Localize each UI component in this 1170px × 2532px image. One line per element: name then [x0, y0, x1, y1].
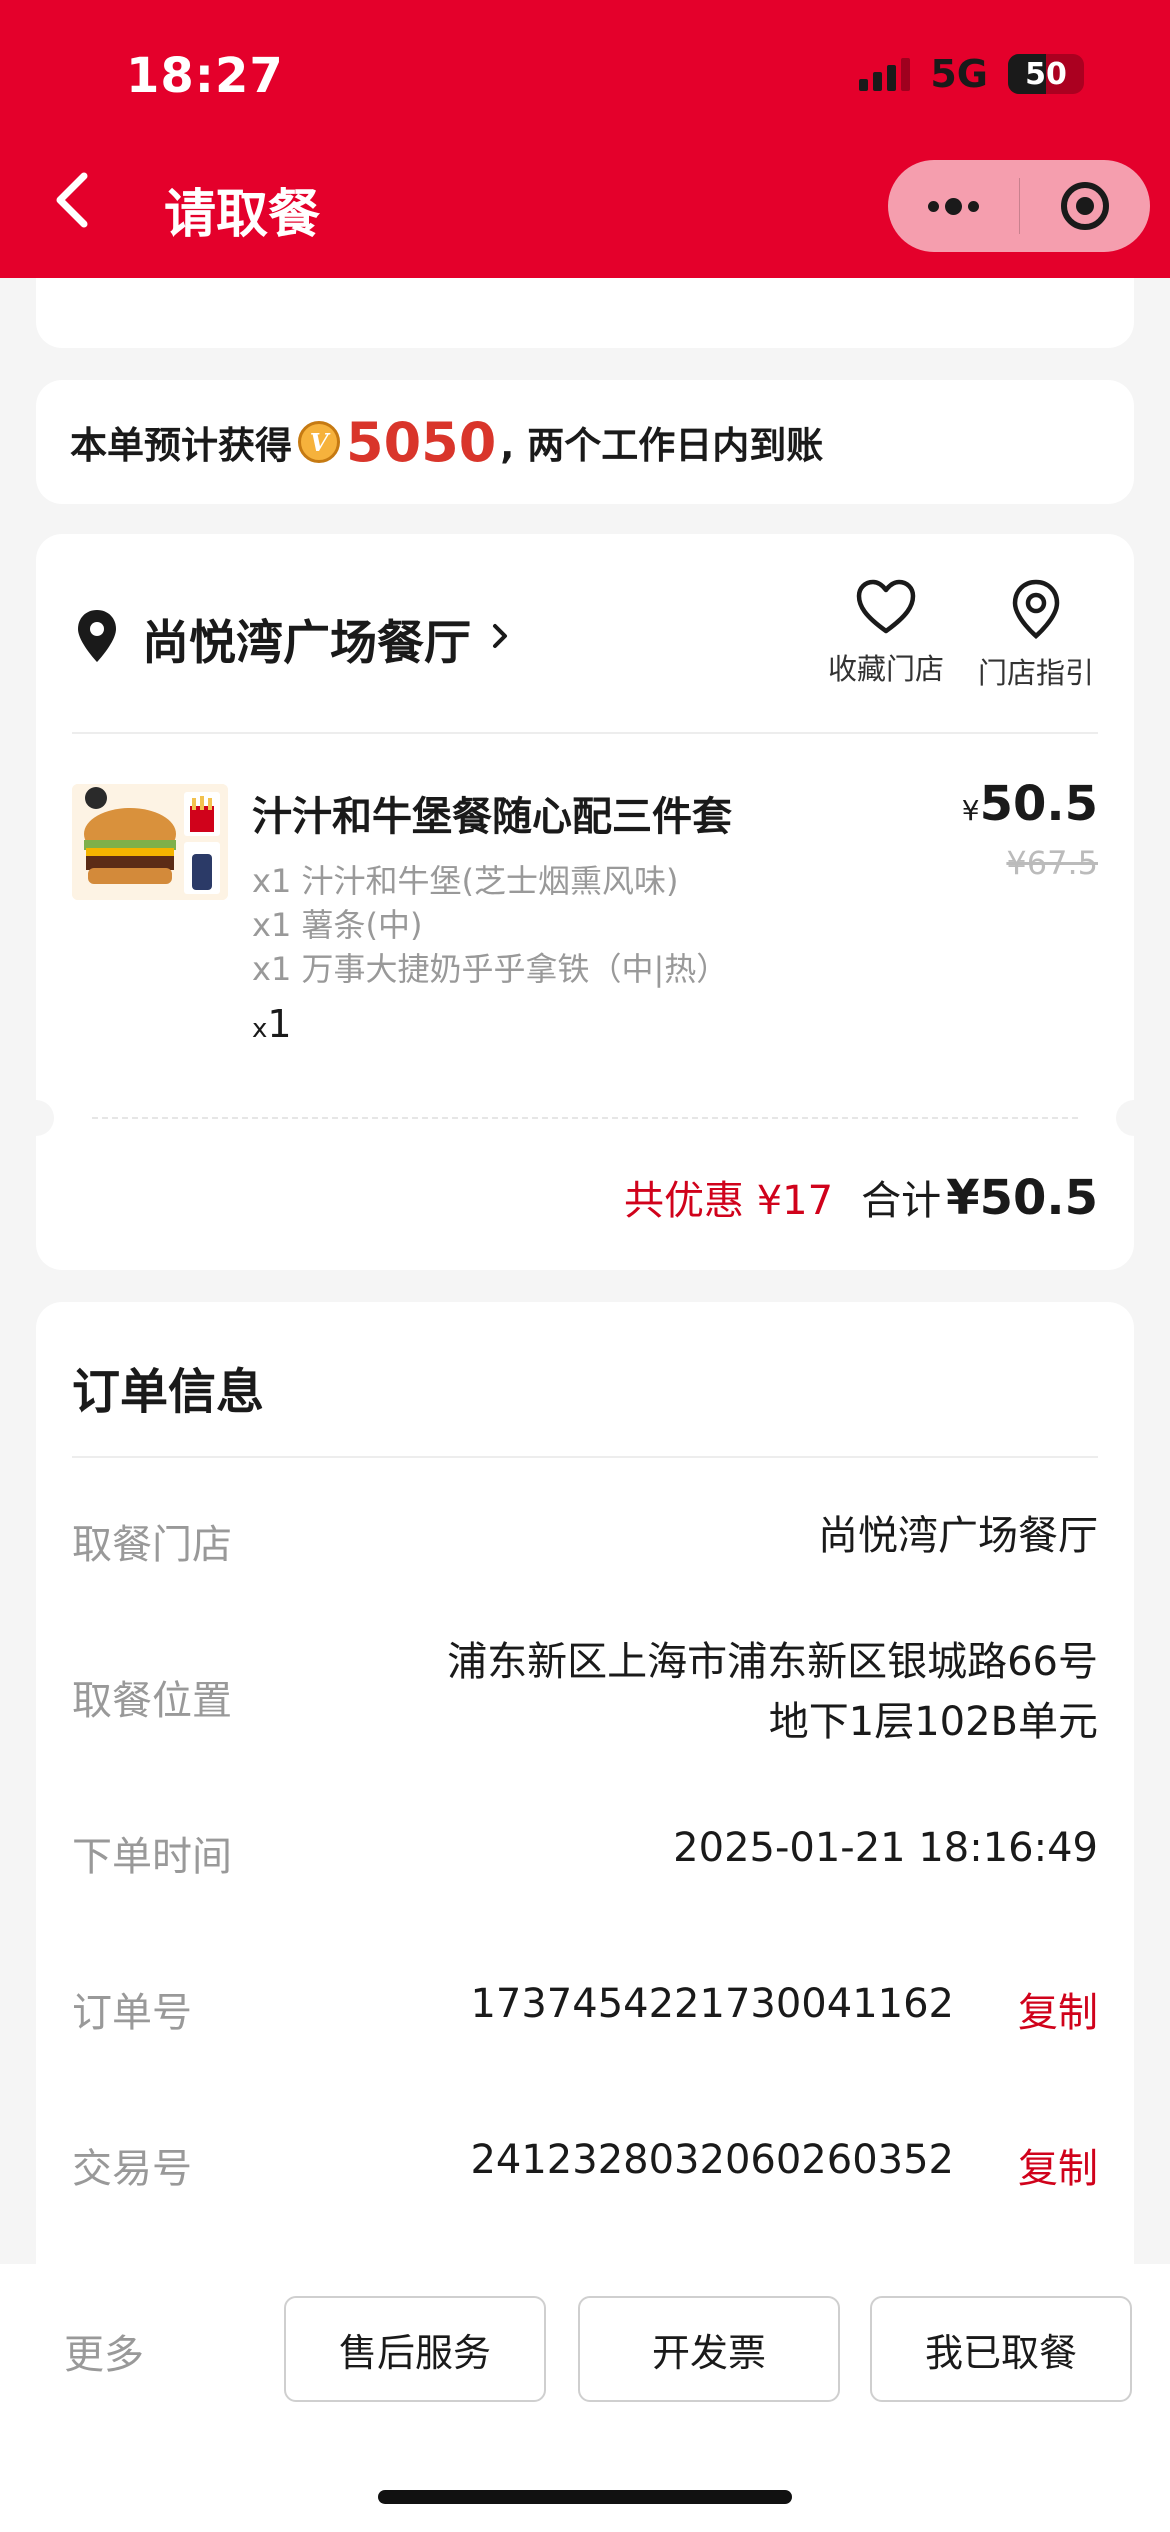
- divider: [72, 1456, 1098, 1458]
- pickup-location-label: 取餐位置: [72, 1678, 232, 1724]
- app-header: 18:27 5G 50 请取餐: [0, 0, 1170, 278]
- transaction-number-label: 交易号: [72, 2146, 192, 2192]
- invoice-button[interactable]: 开发票: [578, 2296, 840, 2402]
- order-info-title: 订单信息: [72, 1364, 265, 1420]
- chevron-left-icon: [56, 172, 88, 228]
- total-group: 合计 ¥50.5: [861, 1168, 1098, 1226]
- home-indicator: [378, 2490, 792, 2504]
- signal-icon: [859, 57, 911, 91]
- status-icons: 5G 50: [859, 52, 1084, 96]
- battery-icon: 50: [1008, 54, 1084, 94]
- location-outline-icon: [1012, 579, 1060, 639]
- order-number-label: 订单号: [72, 1990, 192, 2036]
- order-total-row: 共优惠 ¥17 合计 ¥50.5: [624, 1168, 1098, 1226]
- back-button[interactable]: [52, 170, 112, 240]
- product-item: x1 万事大捷奶乎乎拿铁（中|热）: [252, 950, 729, 988]
- status-time: 18:27: [126, 48, 284, 104]
- points-suffix: , 两个工作日内到账: [500, 424, 824, 467]
- transaction-number-value: 2412328032060260352: [470, 2137, 954, 2183]
- product-item: x1 薯条(中): [252, 906, 423, 944]
- total-value: ¥50.5: [946, 1170, 1098, 1226]
- location-pin-icon: [78, 610, 116, 662]
- more-dots-icon: [927, 197, 979, 215]
- page-title: 请取餐: [164, 185, 321, 245]
- favorite-store-label: 收藏门店: [827, 652, 944, 686]
- more-menu-button[interactable]: [888, 160, 1019, 252]
- battery-level: 50: [1025, 56, 1067, 92]
- copy-order-number-button[interactable]: 复制: [1018, 1980, 1098, 2038]
- product-quantity: x1: [252, 1002, 292, 1046]
- product-original-price: ¥67.5: [1006, 844, 1098, 882]
- store-guide-button[interactable]: 门店指引: [966, 578, 1106, 692]
- favorite-store-button[interactable]: 收藏门店: [816, 578, 956, 688]
- ticket-notch: [18, 1100, 54, 1136]
- close-miniprogram-button[interactable]: [1020, 160, 1151, 252]
- pickup-store-label: 取餐门店: [72, 1522, 232, 1568]
- chevron-right-icon[interactable]: [490, 616, 510, 660]
- product-price: ¥50.5: [961, 776, 1098, 832]
- product-image: [72, 784, 228, 900]
- discount-total: 共优惠 ¥17: [624, 1178, 834, 1224]
- miniprogram-capsule: [888, 160, 1150, 252]
- v-coin-icon: V: [298, 421, 340, 463]
- store-name[interactable]: 尚悦湾广场餐厅: [142, 604, 471, 673]
- ticket-notch: [1116, 1100, 1152, 1136]
- product-item: x1 汁汁和牛堡(芝士烟熏风味): [252, 862, 679, 900]
- heart-icon: [856, 579, 916, 634]
- product-name: 汁汁和牛堡餐随心配三件套: [252, 794, 732, 840]
- total-label: 合计: [861, 1178, 942, 1224]
- dashed-divider: [92, 1117, 1078, 1119]
- store-guide-label: 门店指引: [977, 656, 1094, 690]
- order-time-value: 2025-01-21 18:16:49: [673, 1825, 1098, 1871]
- copy-transaction-number-button[interactable]: 复制: [1018, 2136, 1098, 2194]
- points-amount: 5050: [346, 410, 497, 474]
- pickup-store-value: 尚悦湾广场餐厅: [818, 1513, 1098, 1559]
- target-icon: [1060, 182, 1109, 230]
- picked-up-button[interactable]: 我已取餐: [870, 2296, 1132, 2402]
- more-button[interactable]: 更多: [64, 2322, 144, 2380]
- points-prefix: 本单预计获得: [70, 424, 292, 467]
- points-card: 本单预计获得 V 5050 , 两个工作日内到账: [36, 380, 1134, 504]
- network-type: 5G: [930, 52, 988, 96]
- order-time-label: 下单时间: [72, 1834, 232, 1880]
- pickup-location-value: 浦东新区上海市浦东新区银城路66号 地下1层102B单元: [447, 1639, 1098, 1745]
- order-number-value: 1737454221730041162: [470, 1981, 954, 2027]
- after-sales-button[interactable]: 售后服务: [284, 2296, 546, 2402]
- divider: [72, 732, 1098, 734]
